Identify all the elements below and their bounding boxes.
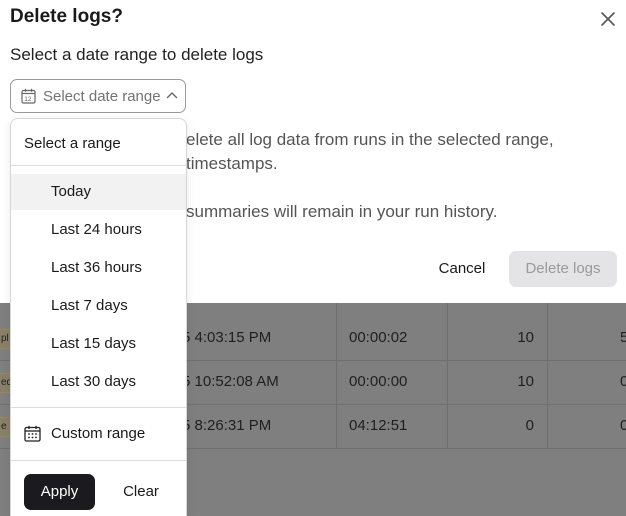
option-last-24-hours[interactable]: Last 24 hours — [11, 212, 186, 248]
column-divider — [547, 303, 548, 448]
option-last-36-hours[interactable]: Last 36 hours — [11, 250, 186, 286]
count: 0 — [525, 417, 534, 434]
calendar-icon — [24, 425, 41, 442]
description-line: summaries will remain in your run histor… — [186, 202, 498, 221]
option-last-7-days[interactable]: Last 7 days — [11, 288, 186, 324]
clear-button[interactable]: Clear — [111, 474, 171, 510]
option-label: Today — [51, 183, 92, 200]
delete-logs-button[interactable]: Delete logs — [509, 251, 617, 287]
apply-button[interactable]: Apply — [24, 474, 95, 510]
start-time: 5 10:52:08 AM — [182, 373, 279, 390]
option-last-15-days[interactable]: Last 15 days — [11, 326, 186, 362]
option-label: Custom range — [51, 425, 146, 442]
date-range-dropdown: Select a range Today Last 24 hours Last … — [10, 118, 187, 516]
dropdown-heading: Select a range — [24, 135, 121, 152]
description-line: timestamps. — [186, 154, 278, 173]
svg-text:12: 12 — [24, 96, 32, 103]
calendar-icon: 12 — [21, 88, 36, 104]
chevron-up-icon — [166, 92, 178, 99]
option-label: Last 15 days — [51, 335, 137, 352]
option-label: Last 36 hours — [51, 259, 142, 276]
trailing-value: 0 — [620, 373, 626, 390]
divider — [11, 165, 186, 166]
count: 10 — [517, 373, 534, 390]
option-label: Last 30 days — [51, 373, 137, 390]
cancel-button[interactable]: Cancel — [428, 252, 496, 286]
dialog-title: Delete logs? — [10, 6, 123, 27]
date-range-select[interactable]: 12 Select date range — [10, 79, 186, 113]
duration: 04:12:51 — [349, 417, 408, 434]
option-label: Last 7 days — [51, 297, 128, 314]
duration: 00:00:02 — [349, 329, 408, 346]
description-line: elete all log data from runs in the sele… — [186, 130, 554, 149]
dialog-subtitle: Select a date range to delete logs — [10, 45, 264, 64]
column-divider — [447, 303, 448, 448]
divider — [11, 407, 186, 408]
option-custom-range[interactable]: Custom range — [11, 416, 186, 452]
column-divider — [336, 303, 337, 448]
duration: 00:00:00 — [349, 373, 408, 390]
start-time: 5 4:03:15 PM — [182, 329, 272, 346]
close-icon — [601, 12, 615, 26]
close-button[interactable] — [598, 9, 618, 29]
start-time: 5 8:26:31 PM — [182, 417, 272, 434]
option-today[interactable]: Today — [11, 174, 186, 210]
divider — [11, 460, 186, 461]
option-label: Last 24 hours — [51, 221, 142, 238]
option-last-30-days[interactable]: Last 30 days — [11, 364, 186, 400]
date-range-placeholder: Select date range — [43, 88, 161, 105]
count: 10 — [517, 329, 534, 346]
trailing-value: 0 — [620, 417, 626, 434]
trailing-value: 5 — [620, 329, 626, 346]
